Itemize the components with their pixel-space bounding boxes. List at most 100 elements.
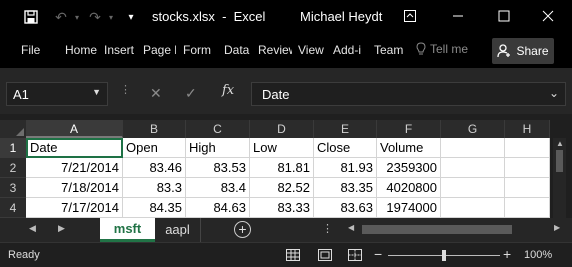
window-title: stocks.xlsx - Excel [152, 9, 266, 24]
tab-view[interactable]: View [298, 43, 326, 57]
cell-g2[interactable] [441, 158, 505, 178]
tab-page-layout[interactable]: Page l [143, 43, 176, 57]
maximize-icon[interactable] [492, 5, 516, 27]
row-header-1[interactable]: 1 [0, 138, 26, 158]
cell-b4[interactable]: 84.35 [123, 198, 186, 218]
cancel-icon[interactable]: ✕ [150, 85, 162, 102]
tab-insert[interactable]: Insert [104, 43, 138, 57]
cell-f4[interactable]: 1974000 [377, 198, 441, 218]
save-icon[interactable] [22, 8, 40, 26]
tab-formulas[interactable]: Form [183, 43, 216, 57]
cell-a1[interactable]: Date [26, 138, 123, 158]
tell-me-box[interactable]: Tell me [416, 42, 468, 56]
horizontal-scroll-thumb[interactable] [362, 225, 512, 234]
more-dots-icon[interactable]: ⋮ [322, 222, 333, 235]
cell-h3[interactable] [505, 178, 550, 198]
undo-dropdown-icon[interactable]: ▾ [68, 8, 86, 26]
enter-icon[interactable]: ✓ [185, 85, 197, 102]
cell-g3[interactable] [441, 178, 505, 198]
row-header-3[interactable]: 3 [0, 178, 26, 198]
zoom-out-button[interactable]: − [374, 246, 382, 262]
tab-data[interactable]: Data [224, 43, 252, 57]
cell-g4[interactable] [441, 198, 505, 218]
tab-add-ins[interactable]: Add-i [333, 43, 366, 57]
cell-e4[interactable]: 83.63 [314, 198, 377, 218]
cell-f2[interactable]: 2359300 [377, 158, 441, 178]
column-header-f[interactable]: F [377, 120, 441, 138]
minimize-icon[interactable] [446, 5, 470, 27]
sheet-tab-msft[interactable]: msft [100, 218, 155, 242]
tab-review[interactable]: Review [258, 43, 292, 57]
cell-e3[interactable]: 83.35 [314, 178, 377, 198]
page-layout-view-icon[interactable] [318, 248, 332, 261]
cell-e1[interactable]: Close [314, 138, 377, 158]
column-header-a[interactable]: A [26, 120, 123, 138]
person-add-icon [497, 44, 511, 58]
scroll-left-icon[interactable]: ◀ [348, 223, 354, 232]
zoom-in-button[interactable]: + [503, 246, 511, 262]
cell-e2[interactable]: 81.93 [314, 158, 377, 178]
cell-f3[interactable]: 4020800 [377, 178, 441, 198]
next-sheet-icon[interactable]: ▶ [58, 223, 65, 234]
tab-file[interactable]: File [21, 43, 40, 57]
select-all-button[interactable] [0, 120, 26, 138]
cell-h1[interactable] [505, 138, 550, 158]
expand-formula-icon[interactable]: ⌄ [549, 86, 559, 100]
row-header-2[interactable]: 2 [0, 158, 26, 178]
insert-function-icon[interactable]: fx [222, 83, 234, 98]
status-bar: Ready − + 100% [0, 242, 572, 267]
cell-f1[interactable]: Volume [377, 138, 441, 158]
cell-d1[interactable]: Low [250, 138, 314, 158]
restore-ribbon-icon[interactable] [398, 5, 422, 27]
tab-home[interactable]: Home [65, 43, 99, 57]
row-header-4[interactable]: 4 [0, 198, 26, 218]
column-header-d[interactable]: D [250, 120, 314, 138]
normal-view-icon[interactable] [286, 248, 300, 261]
cell-c3[interactable]: 83.4 [186, 178, 250, 198]
column-header-h[interactable]: H [505, 120, 550, 138]
scroll-up-icon[interactable]: ▲ [556, 139, 564, 148]
formula-value: Date [262, 87, 290, 102]
cell-c1[interactable]: High [186, 138, 250, 158]
zoom-level[interactable]: 100% [524, 249, 552, 261]
cell-h4[interactable] [505, 198, 550, 218]
chevron-down-icon[interactable]: ▼ [92, 87, 101, 97]
column-header-e[interactable]: E [314, 120, 377, 138]
formula-input[interactable]: Date ⌄ [251, 82, 566, 106]
cell-a3[interactable]: 7/18/2014 [26, 178, 123, 198]
close-icon[interactable] [536, 5, 560, 27]
horizontal-scrollbar[interactable]: ◀ ▶ [340, 223, 564, 236]
more-dots-icon[interactable]: ⋮ [120, 83, 131, 96]
cell-c4[interactable]: 84.63 [186, 198, 250, 218]
cell-g1[interactable] [441, 138, 505, 158]
cell-b3[interactable]: 83.3 [123, 178, 186, 198]
redo-dropdown-icon[interactable]: ▾ [102, 8, 120, 26]
cell-b1[interactable]: Open [123, 138, 186, 158]
user-name[interactable]: Michael Heydt [300, 9, 382, 24]
cell-a4[interactable]: 7/17/2014 [26, 198, 123, 218]
cell-a2[interactable]: 7/21/2014 [26, 158, 123, 178]
prev-sheet-icon[interactable]: ◀ [29, 223, 36, 234]
sheet-tab-aapl[interactable]: aapl [155, 218, 201, 242]
add-sheet-icon[interactable]: + [234, 221, 251, 238]
customize-toolbar-icon[interactable]: ▾ [122, 8, 140, 26]
page-break-view-icon[interactable] [348, 248, 362, 261]
cell-b2[interactable]: 83.46 [123, 158, 186, 178]
column-header-g[interactable]: G [441, 120, 505, 138]
cell-d3[interactable]: 82.52 [250, 178, 314, 198]
cell-d2[interactable]: 81.81 [250, 158, 314, 178]
cell-h2[interactable] [505, 158, 550, 178]
cell-d4[interactable]: 83.33 [250, 198, 314, 218]
name-box[interactable]: A1 ▼ [6, 82, 108, 106]
vertical-scrollbar[interactable]: ▲ [553, 138, 566, 218]
tab-team[interactable]: Team [374, 43, 406, 57]
vertical-scroll-thumb[interactable] [556, 150, 563, 172]
zoom-slider-thumb[interactable] [442, 250, 446, 261]
cell-area: Date Open High Low Close Volume 7/21/201… [26, 138, 550, 218]
cell-c2[interactable]: 83.53 [186, 158, 250, 178]
column-header-c[interactable]: C [186, 120, 250, 138]
scroll-right-icon[interactable]: ▶ [554, 223, 560, 232]
column-header-b[interactable]: B [123, 120, 186, 138]
share-label: Share [516, 44, 549, 58]
share-button[interactable]: Share [492, 38, 554, 64]
